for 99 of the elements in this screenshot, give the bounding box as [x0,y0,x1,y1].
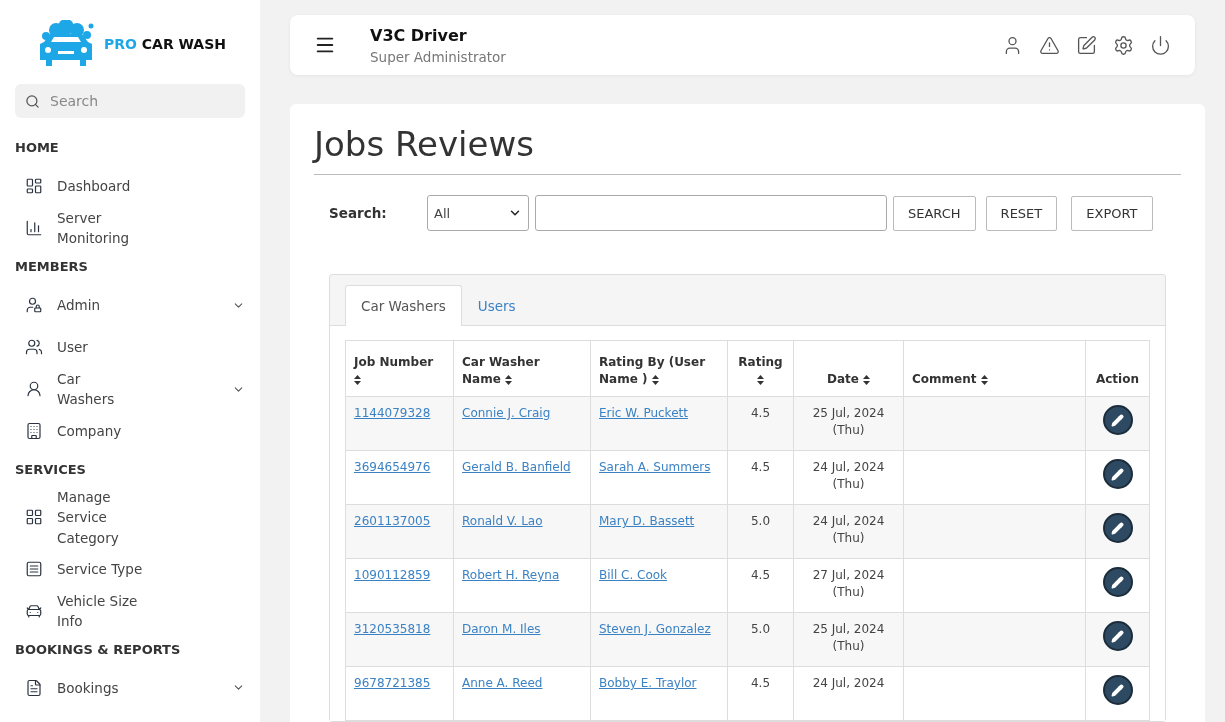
nav-item[interactable]: Car Washers [15,368,245,410]
tab[interactable]: Users [461,285,532,326]
edit-button[interactable] [1102,675,1133,705]
sort-icon[interactable] [980,374,988,385]
user-lock-icon [25,296,43,314]
warning-icon[interactable] [1039,34,1060,56]
document-icon [25,678,43,697]
pencil-icon [1111,521,1124,535]
column-header[interactable]: Rating By (User Name ) [590,340,728,397]
search-field[interactable]: Search [15,84,245,118]
tab[interactable]: Car Washers [345,285,462,326]
section-heading: BOOKINGS & REPORTS [15,640,182,659]
section-heading: MEMBERS [15,258,89,276]
nav-item[interactable]: Service Type [15,547,245,590]
section-heading: SERVICES [15,461,87,479]
pencil-icon [1111,413,1124,427]
power-icon[interactable] [1150,34,1171,56]
rating-text: 4.5 [750,568,771,582]
day-text: (Thu) [832,584,865,599]
action-button[interactable]: RESET [985,195,1058,231]
edit-note-icon[interactable] [1076,34,1097,56]
nav-item[interactable]: Admin [15,284,245,326]
washer-link[interactable]: Robert H. Reyna [462,568,560,582]
settings-icon[interactable] [1113,34,1134,56]
pencil-icon [1111,683,1124,697]
user-link[interactable]: Bobby E. Traylor [599,676,697,690]
user-link[interactable]: Eric W. Puckett [599,406,688,420]
date-text: 25 Jul, 2024 [812,622,885,636]
job-link[interactable]: 3120535818 [354,622,431,636]
dashboard-icon [25,177,43,195]
day-text: (Thu) [832,530,865,545]
job-link[interactable]: 1144079328 [354,406,431,420]
chart-icon [25,219,43,237]
rating-text: 4.5 [750,460,771,474]
column-header[interactable]: Date [793,340,904,397]
section-heading: HOME [15,139,60,157]
washer-link[interactable]: Anne A. Reed [462,676,543,690]
building-icon [25,422,43,440]
washer-link[interactable]: Ronald V. Lao [462,514,543,528]
search-icon [25,93,40,109]
grid-icon [25,508,43,527]
action-button[interactable]: EXPORT [1071,195,1153,231]
pencil-icon [1111,629,1124,643]
edit-button[interactable] [1102,621,1133,651]
edit-button[interactable] [1102,459,1133,489]
column-header: Action [1085,340,1150,397]
users-icon [25,338,43,356]
nav-item[interactable]: Vehicle Size Info [15,589,245,632]
column-header[interactable]: Rating [727,340,794,397]
nav-item[interactable]: Server Monitoring [15,207,245,249]
sort-icon[interactable] [505,374,512,385]
rating-text: 4.5 [750,406,771,420]
job-link[interactable]: 3694654976 [354,460,431,474]
sort-icon[interactable] [863,374,871,385]
nav-item[interactable]: User [15,326,245,368]
list-icon [25,559,43,578]
edit-button[interactable] [1102,405,1133,435]
rating-text: 5.0 [750,514,771,528]
edit-button[interactable] [1102,513,1133,543]
person-icon [25,380,43,398]
washer-link[interactable]: Daron M. Iles [462,622,541,636]
nav-item[interactable]: Dashboard [15,165,245,207]
date-text: 27 Jul, 2024 [812,568,885,582]
rating-text: 4.5 [750,676,771,690]
user-link[interactable]: Mary D. Bassett [599,514,695,528]
day-text: (Thu) [832,422,865,437]
search-input[interactable]: Search [48,92,228,110]
date-text: 24 Jul, 2024 [812,676,885,690]
washer-link[interactable]: Connie J. Craig [462,406,551,420]
user-role: Super Administrator [370,48,506,65]
date-text: 24 Jul, 2024 [812,514,885,528]
sort-icon[interactable] [757,374,764,385]
filter-select[interactable]: All [427,195,529,231]
column-header[interactable]: Car Washer Name [453,340,591,397]
job-link[interactable]: 1090112859 [354,568,431,582]
column-header[interactable]: Comment [903,340,1086,397]
search-label: Search: [329,205,388,221]
date-text: 25 Jul, 2024 [812,406,885,420]
nav-item[interactable]: Company [15,410,245,452]
day-text: (Thu) [832,476,865,491]
user-name: V3C Driver [370,25,468,45]
user-link[interactable]: Bill C. Cook [599,568,668,582]
page-title: Jobs Reviews [314,124,1181,175]
nav-item[interactable]: Manage Service Category [15,487,245,548]
job-link[interactable]: 9678721385 [354,676,431,690]
day-text: (Thu) [832,638,865,653]
job-link[interactable]: 2601137005 [354,514,431,528]
pencil-icon [1111,575,1124,589]
date-text: 24 Jul, 2024 [812,460,885,474]
rating-text: 5.0 [750,622,771,636]
nav-item[interactable]: Bookings [15,666,245,709]
sort-icon[interactable] [354,374,361,385]
pencil-icon [1111,467,1124,481]
action-button[interactable]: SEARCH [893,195,976,231]
brand-name: PRO CAR WASH [103,36,226,52]
search-input[interactable] [535,195,887,231]
sort-icon[interactable] [651,374,659,385]
column-header[interactable]: Job Number [345,340,454,397]
edit-button[interactable] [1102,567,1133,597]
